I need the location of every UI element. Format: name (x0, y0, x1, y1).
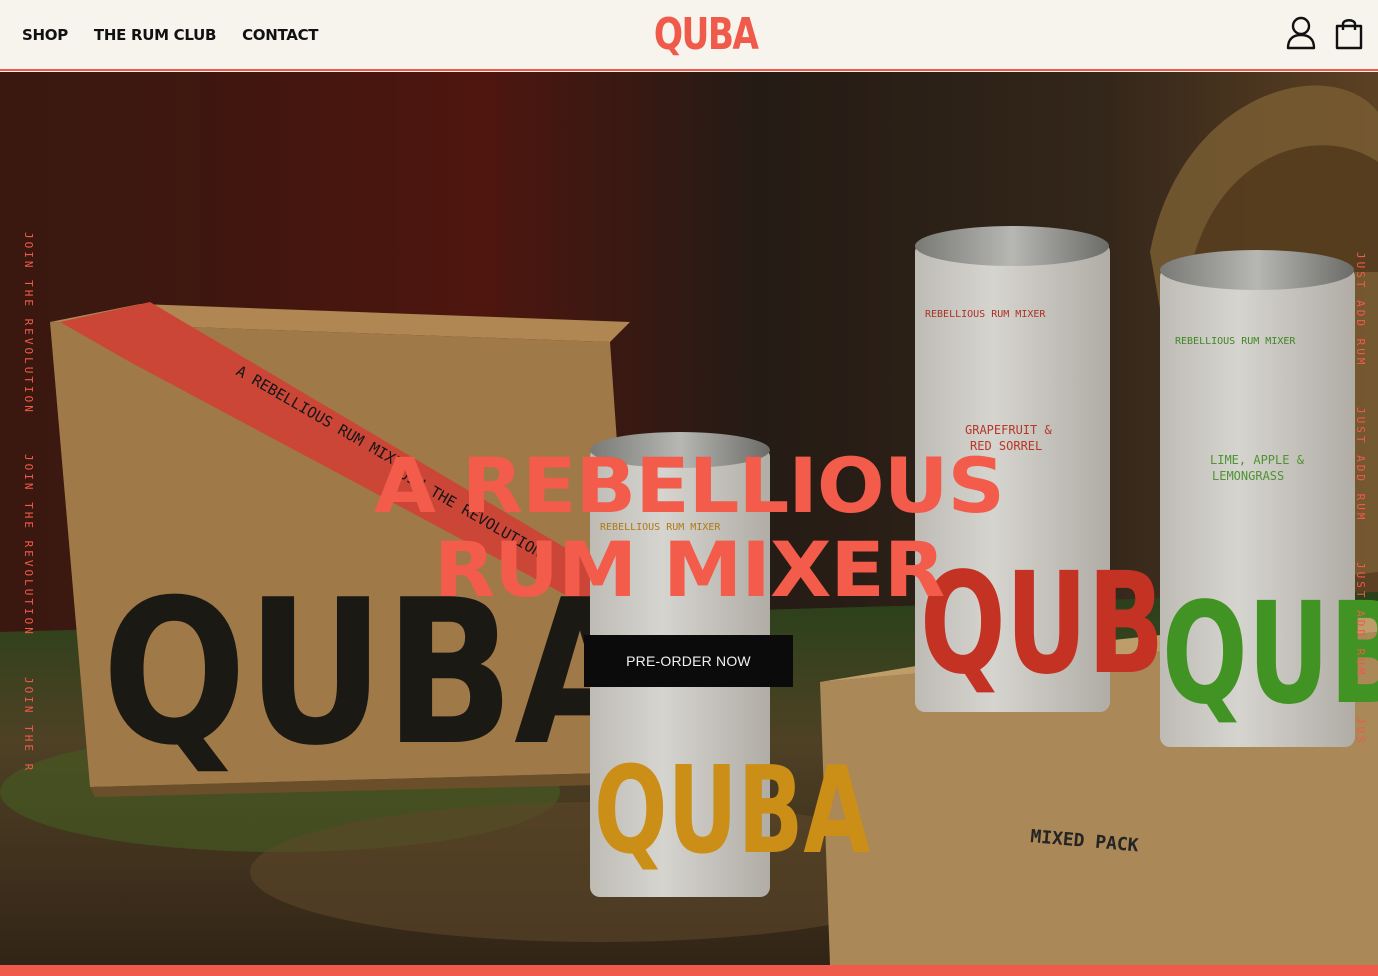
side-left-text: JOIN THE REVOLUTION (22, 454, 35, 638)
hero-headline: A REBELLIOUS RUM MIXER (0, 444, 1378, 612)
cart-icon[interactable] (1334, 16, 1364, 50)
side-right-text: JUST ADD RUM (1354, 562, 1367, 678)
side-left-text: JOIN THE REVOLUTION (22, 232, 35, 415)
main-nav: SHOP THE RUM CLUB CONTACT (22, 26, 319, 44)
brand-logo[interactable]: QUBA (654, 8, 759, 62)
side-text-right: JUST ADD RUM JUST ADD RUM JUST ADD RUM J… (1345, 252, 1367, 742)
side-left-text: JOIN THE REVOLUTION (22, 676, 35, 772)
side-right-text: JUST ADD RUM (1354, 252, 1367, 368)
nav-shop[interactable]: SHOP (22, 26, 68, 44)
account-icon[interactable] (1286, 16, 1316, 50)
bottom-accent-bar (0, 965, 1378, 976)
hero-headline-line-2: RUM MIXER (433, 525, 946, 614)
hero-section: A REBELLIOUS RUM MIXER JOIN THE REVOLUTI… (0, 72, 1378, 965)
header-actions (1286, 16, 1364, 50)
side-right-text: JUST ADD RUM (1354, 407, 1367, 523)
nav-rum-club[interactable]: THE RUM CLUB (94, 26, 216, 44)
side-right-text: JUST ADD RUM (1354, 717, 1367, 742)
nav-contact[interactable]: CONTACT (242, 26, 318, 44)
pre-order-button[interactable]: PRE-ORDER NOW (584, 635, 793, 687)
hero-headline-line-1: A REBELLIOUS (374, 441, 1005, 530)
side-text-left: JOIN THE REVOLUTION JOIN THE REVOLUTION … (13, 232, 35, 772)
site-header: SHOP THE RUM CLUB CONTACT QUBA (0, 0, 1378, 71)
